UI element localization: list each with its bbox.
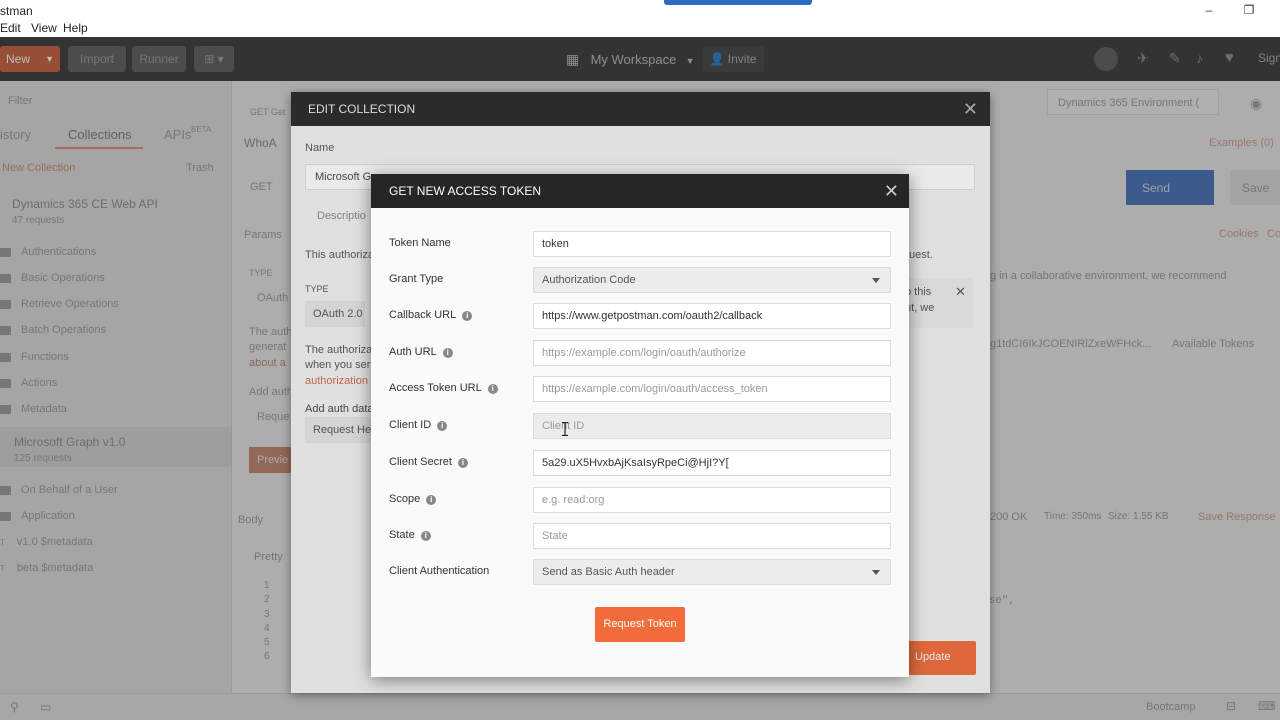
menu-help[interactable]: Help <box>63 21 88 35</box>
auth-url-row: Auth URL i https://example.com/login/oaut… <box>389 340 891 366</box>
client-id-input[interactable]: Client ID <box>533 413 891 439</box>
auth-url-input[interactable]: https://example.com/login/oauth/authoriz… <box>533 340 891 366</box>
scope-label: Scope i <box>389 493 437 505</box>
grant-type-select[interactable]: Authorization Code <box>533 267 891 293</box>
drag-indicator <box>664 0 812 5</box>
client-auth-label: Client Authentication <box>389 565 490 577</box>
callback-url-row: Callback URL i https://www.getpostman.com… <box>389 303 891 329</box>
client-auth-value: Send as Basic Auth header <box>542 566 675 578</box>
info-icon[interactable]: i <box>426 495 437 505</box>
info-icon[interactable]: i <box>457 458 468 468</box>
client-secret-input[interactable]: 5a29.uX5HvxbAjKsaIsyRpeCi@HjI?Y[ <box>533 450 891 476</box>
token-name-input[interactable]: token <box>533 231 891 257</box>
state-row: State i State <box>389 523 891 549</box>
grant-type-row: Grant Type Authorization Code <box>389 267 891 293</box>
access-token-url-input[interactable]: https://example.com/login/oauth/access_t… <box>533 376 891 402</box>
chevron-down-icon <box>872 570 880 575</box>
client-secret-row: Client Secret i 5a29.uX5HvxbAjKsaIsyRpeCi… <box>389 450 891 476</box>
close-icon[interactable]: ✕ <box>884 174 899 208</box>
token-modal-title: GET NEW ACCESS TOKEN <box>389 184 542 198</box>
edit-collection-title: EDIT COLLECTION <box>308 102 416 116</box>
get-access-token-modal: GET NEW ACCESS TOKEN ✕ Token Name token … <box>371 174 909 677</box>
edit-collection-header: EDIT COLLECTION ✕ <box>291 92 990 126</box>
window-titlebar: stman ‒ ❐ <box>0 0 1280 20</box>
access-token-url-row: Access Token URL i https://example.com/lo… <box>389 376 891 402</box>
info-icon[interactable]: i <box>442 348 453 358</box>
info-icon[interactable]: i <box>462 311 473 321</box>
restore-icon[interactable]: ❐ <box>1239 2 1259 18</box>
info-icon[interactable]: i <box>437 421 448 431</box>
state-input[interactable]: State <box>533 523 891 549</box>
token-name-label: Token Name <box>389 237 451 249</box>
app-header: New ▼ Import Runner ⊞ ▾ ▦ My Workspace ▼… <box>0 37 1280 81</box>
text-cursor-icon <box>562 422 568 436</box>
client-id-row: Client ID i Client ID <box>389 413 891 439</box>
access-token-url-label: Access Token URL i <box>389 382 498 394</box>
grant-type-label: Grant Type <box>389 273 444 285</box>
window-title: stman <box>0 4 33 18</box>
close-icon[interactable]: ✕ <box>963 92 978 126</box>
request-token-button[interactable]: Request Token <box>595 607 685 642</box>
scope-input[interactable]: e.g. read:org <box>533 487 891 513</box>
state-label: State i <box>389 529 431 541</box>
menu-edit[interactable]: Edit <box>0 21 21 35</box>
scope-row: Scope i e.g. read:org <box>389 487 891 513</box>
menu-bar: Edit View Help <box>0 20 1280 37</box>
client-auth-select[interactable]: Send as Basic Auth header <box>533 559 891 585</box>
auth-url-label: Auth URL i <box>389 346 453 358</box>
token-modal-header: GET NEW ACCESS TOKEN ✕ <box>371 174 909 208</box>
callback-url-label: Callback URL i <box>389 309 473 321</box>
minimize-icon[interactable]: ‒ <box>1199 2 1219 18</box>
grant-type-value: Authorization Code <box>542 274 636 286</box>
client-id-label: Client ID i <box>389 419 448 431</box>
info-icon[interactable]: i <box>487 384 498 394</box>
client-auth-row: Client Authentication Send as Basic Auth… <box>389 559 891 585</box>
menu-view[interactable]: View <box>31 21 57 35</box>
token-name-row: Token Name token <box>389 231 891 257</box>
callback-url-input[interactable]: https://www.getpostman.com/oauth2/callba… <box>533 303 891 329</box>
header-overlay <box>0 37 1280 81</box>
chevron-down-icon <box>872 278 880 283</box>
info-icon[interactable]: i <box>420 531 431 541</box>
client-secret-label: Client Secret i <box>389 456 468 468</box>
